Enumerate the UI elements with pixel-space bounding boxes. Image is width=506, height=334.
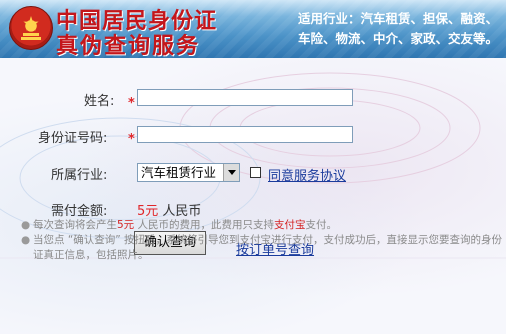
name-input[interactable]	[137, 89, 353, 106]
bullet-icon: ●	[21, 234, 31, 246]
industries-line2: 车险、物流、中介、家政、交友等。	[297, 31, 498, 46]
industries-line1: 适用行业：汽车租赁、担保、融资、	[297, 11, 498, 26]
header-banner: 中国居民身份证 真伪查询服务 适用行业：汽车租赁、担保、融资、 车险、物流、中介…	[0, 0, 506, 59]
payment-notes: ● 每次查询将会产生5元 人民币的费用，此费用只支持支付宝支付。 ● 当您点 “…	[21, 218, 503, 263]
industry-label: 所属行业:	[51, 168, 108, 183]
note-fee-alipay: 支付宝	[274, 219, 306, 231]
amount-label: 需付金额:	[51, 204, 108, 219]
note-fee: ● 每次查询将会产生5元 人民币的费用，此费用只支持支付宝支付。	[21, 218, 503, 233]
id-required-mark: *	[128, 132, 135, 147]
industry-select[interactable]: 汽车租赁行业	[137, 163, 240, 182]
name-label: 姓名:	[84, 94, 115, 109]
id-number-input[interactable]	[137, 126, 353, 143]
name-required-mark: *	[128, 96, 135, 111]
note-process: ● 当您点 “确认查询” 按扭后，系统将引导您到支付宝进行支付，支付成功后，直接…	[21, 233, 503, 263]
page: 中国居民身份证 真伪查询服务 适用行业：汽车租赁、担保、融资、 车险、物流、中介…	[0, 0, 506, 334]
service-title-line2: 真伪查询服务	[56, 33, 201, 59]
bullet-icon: ●	[21, 219, 31, 231]
service-agreement-link[interactable]: 同意服务协议	[268, 165, 346, 184]
agree-terms-checkbox[interactable]	[250, 167, 261, 178]
note-fee-text1: 每次查询将会产生	[33, 219, 117, 231]
note-fee-price: 5元	[117, 219, 135, 231]
note-fee-text2: 人民币的费用，此费用只支持	[134, 219, 275, 231]
national-emblem-icon	[9, 6, 53, 50]
amount-currency: 人民币	[162, 204, 202, 219]
note-process-text: 当您点 “确认查询” 按扭后，系统将引导您到支付宝进行支付，支付成功后，直接显示…	[33, 234, 503, 261]
applicable-industries: 适用行业：汽车租赁、担保、融资、 车险、物流、中介、家政、交友等。	[266, 9, 498, 49]
industry-selected-value: 汽车租赁行业	[141, 165, 217, 180]
id-number-label: 身份证号码:	[38, 131, 108, 146]
note-fee-text3: 支付。	[305, 219, 338, 231]
amount-value: 5元 人民币	[137, 200, 201, 219]
amount-number: 5元	[137, 204, 159, 219]
dropdown-arrow-icon[interactable]	[223, 164, 239, 181]
